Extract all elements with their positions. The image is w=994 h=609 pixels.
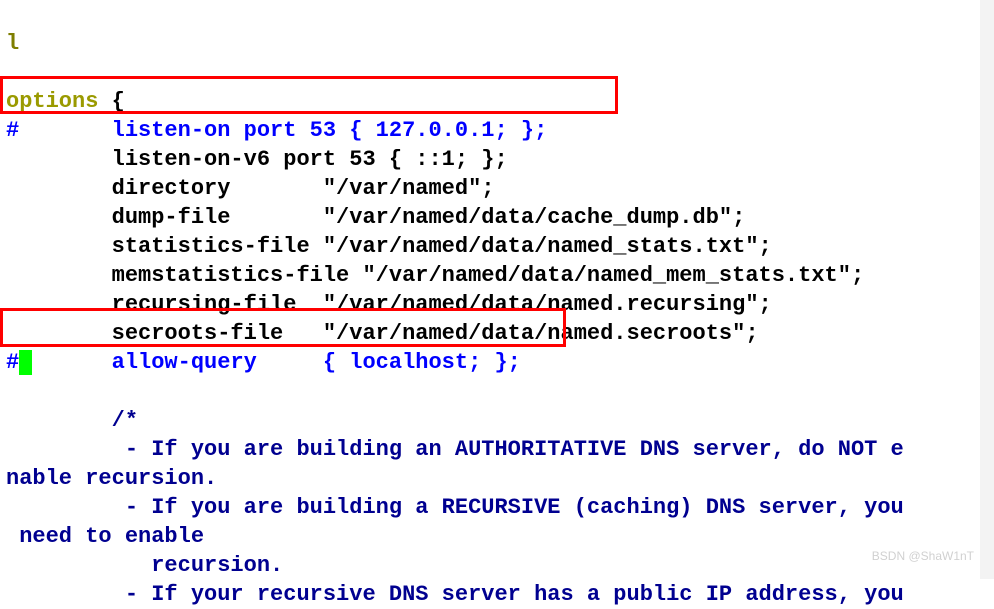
line-listen-on: listen-on port 53 { 127.0.0.1; };	[19, 118, 547, 143]
comment-line: - If your recursive DNS server has a pub…	[6, 582, 904, 607]
line-allow-query: allow-query { localhost; };	[32, 350, 520, 375]
comment-hash: #	[6, 350, 19, 375]
comment-hash: #	[6, 118, 19, 143]
line-secroots-file: secroots-file "/var/named/data/named.sec…	[6, 321, 759, 346]
line-dump-file: dump-file "/var/named/data/cache_dump.db…	[6, 205, 745, 230]
line-memstatistics-file: memstatistics-file "/var/named/data/name…	[6, 263, 864, 288]
comment-line: nable recursion.	[6, 466, 217, 491]
right-scroll-strip	[980, 0, 994, 579]
watermark-text: BSDN @ShaW1nT	[872, 542, 974, 571]
comment-open: /*	[6, 408, 138, 433]
brace: {	[98, 89, 124, 114]
comment-line: need to enable	[6, 524, 204, 549]
line-recursing-file: recursing-file "/var/named/data/named.re…	[6, 292, 772, 317]
code-char: l	[6, 31, 19, 56]
line-statistics-file: statistics-file "/var/named/data/named_s…	[6, 234, 772, 259]
comment-line: recursion.	[6, 553, 283, 578]
keyword-options: options	[6, 89, 98, 114]
comment-line: - If you are building a RECURSIVE (cachi…	[6, 495, 904, 520]
comment-line: - If you are building an AUTHORITATIVE D…	[6, 437, 904, 462]
line-listen-on-v6: listen-on-v6 port 53 { ::1; };	[6, 147, 508, 172]
cursor-highlight	[19, 350, 32, 375]
code-editor-content: l options { # listen-on port 53 { 127.0.…	[6, 0, 904, 609]
line-directory: directory "/var/named";	[6, 176, 494, 201]
